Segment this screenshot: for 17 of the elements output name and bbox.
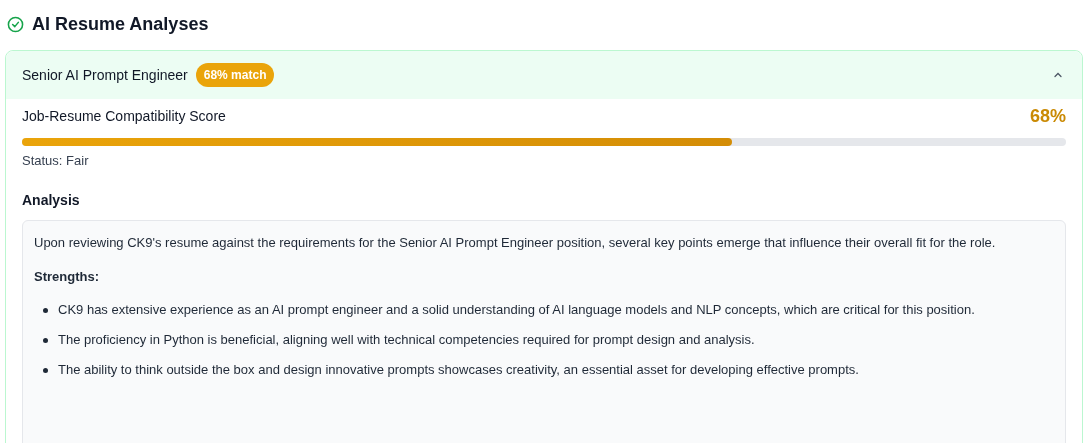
status-text: Status: Fair bbox=[22, 152, 90, 170]
strength-item: The proficiency in Python is beneficial, aligning well with technical competencies required for prompt design and analysis. bbox=[58, 332, 755, 347]
analysis-heading: Analysis bbox=[22, 190, 81, 210]
card-header[interactable]: Senior AI Prompt Engineer 68% match bbox=[6, 51, 1082, 99]
bullet-icon bbox=[43, 308, 48, 313]
match-badge: 68% match bbox=[195, 63, 275, 87]
strength-item: The ability to think outside the box and design innovative prompts showcases creativity, an essential asset for developing effective prompts. bbox=[58, 362, 859, 377]
job-title: Senior AI Prompt Engineer bbox=[22, 65, 188, 85]
strength-item: CK9 has extensive experience as an AI prompt engineer and a solid understanding of AI language models and NLP concepts, which are critical for this position. bbox=[58, 302, 975, 317]
score-value: 68% bbox=[1029, 105, 1066, 128]
check-circle-icon bbox=[7, 16, 24, 33]
score-label: Job-Resume Compatibility Score bbox=[22, 107, 226, 126]
bullet-icon bbox=[43, 368, 48, 373]
intro-paragraph: Upon reviewing CK9's resume against the requirements for the Senior AI Prompt Engineer position, several key points emerge that influence their overall fit for the role. bbox=[34, 233, 997, 252]
section-title: AI Resume Analyses bbox=[32, 13, 209, 36]
strengths-heading: Strengths: bbox=[34, 267, 100, 286]
bullet-icon bbox=[43, 338, 48, 343]
